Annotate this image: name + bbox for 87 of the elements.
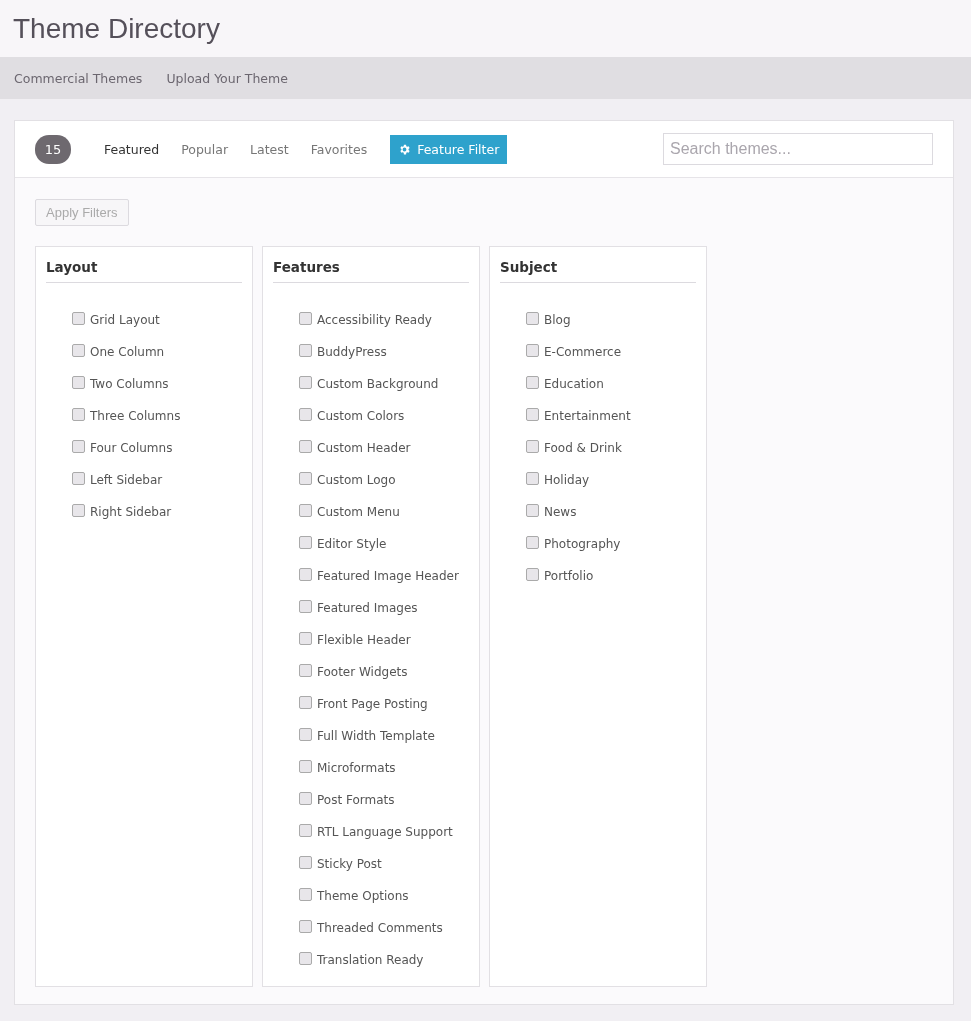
checkbox[interactable]	[299, 695, 312, 709]
checkbox[interactable]	[299, 439, 312, 453]
checkbox[interactable]	[526, 343, 539, 357]
checkbox[interactable]	[299, 727, 312, 741]
checkbox-label[interactable]: Holiday	[544, 473, 590, 487]
checkbox-label[interactable]: Left Sidebar	[90, 473, 163, 487]
checkbox[interactable]	[72, 311, 85, 325]
checkbox-label[interactable]: Food & Drink	[544, 441, 622, 455]
search-field[interactable]: Search themes...	[663, 133, 933, 165]
checkbox-label[interactable]: Sticky Post	[317, 857, 382, 871]
checkbox[interactable]	[299, 951, 312, 965]
checkbox-label[interactable]: Portfolio	[544, 569, 594, 583]
tab[interactable]: Featured	[104, 141, 160, 157]
checkbox[interactable]	[526, 407, 539, 421]
checkbox[interactable]	[299, 471, 312, 485]
panel-title: Features	[273, 259, 469, 283]
checkbox[interactable]	[526, 375, 539, 389]
checkbox[interactable]	[299, 375, 312, 389]
checkbox-label[interactable]: Two Columns	[90, 377, 169, 391]
checkbox-label[interactable]: RTL Language Support	[317, 825, 453, 839]
checkbox-label[interactable]: Threaded Comments	[317, 921, 443, 935]
checkbox-label[interactable]: E-Commerce	[544, 345, 622, 359]
checkbox-label[interactable]: News	[544, 505, 577, 519]
checkbox[interactable]	[72, 439, 85, 453]
checkbox-label[interactable]: Footer Widgets	[317, 665, 408, 679]
nav-link[interactable]: Commercial Themes	[14, 70, 143, 86]
checkbox[interactable]	[299, 599, 312, 613]
checkbox[interactable]	[299, 887, 312, 901]
checkbox-label[interactable]: Accessibility Ready	[317, 313, 432, 327]
checkbox[interactable]	[299, 407, 312, 421]
checkbox[interactable]	[526, 567, 539, 581]
checkbox-label[interactable]: Grid Layout	[90, 313, 160, 327]
checkbox-label[interactable]: Custom Logo	[317, 473, 396, 487]
checkbox[interactable]	[299, 311, 312, 325]
checkbox[interactable]	[299, 663, 312, 677]
checkbox-label[interactable]: Translation Ready	[317, 953, 424, 967]
checkbox-label[interactable]: Editor Style	[317, 537, 387, 551]
checkbox-label[interactable]: Microformats	[317, 761, 396, 775]
tab[interactable]: Latest	[250, 141, 289, 157]
checkbox[interactable]	[526, 535, 539, 549]
checkbox-label[interactable]: Four Columns	[90, 441, 173, 455]
checkbox[interactable]	[526, 439, 539, 453]
tab[interactable]: Popular	[181, 141, 229, 157]
checkbox[interactable]	[72, 343, 85, 357]
checkbox[interactable]	[72, 407, 85, 421]
checkbox-label[interactable]: Education	[544, 377, 604, 391]
checkbox-label[interactable]: Featured Images	[317, 601, 418, 615]
checkbox-label[interactable]: Custom Menu	[317, 505, 400, 519]
checkbox[interactable]	[299, 791, 312, 805]
checkbox-label[interactable]: One Column	[90, 345, 165, 359]
checkbox[interactable]	[299, 759, 312, 773]
checkbox[interactable]	[299, 855, 312, 869]
checkbox[interactable]	[299, 343, 312, 357]
gear-icon	[398, 142, 412, 156]
checkbox-label[interactable]: Blog	[544, 313, 571, 327]
checkbox[interactable]	[299, 919, 312, 933]
panel-title: Subject	[500, 259, 696, 283]
checkbox[interactable]	[299, 535, 312, 549]
checkbox-label[interactable]: Custom Background	[317, 377, 439, 391]
checkbox[interactable]	[299, 631, 312, 645]
checkbox-label[interactable]: BuddyPress	[317, 345, 387, 359]
count-badge: 15	[35, 134, 71, 164]
checkbox[interactable]	[526, 503, 539, 517]
checkbox[interactable]	[299, 503, 312, 517]
checkbox-label[interactable]: Custom Colors	[317, 409, 405, 423]
checkbox-label[interactable]: Post Formats	[317, 793, 395, 807]
checkbox-label[interactable]: Right Sidebar	[90, 505, 172, 519]
checkbox-label[interactable]: Full Width Template	[317, 729, 435, 743]
checkbox[interactable]	[72, 503, 85, 517]
nav-link[interactable]: Upload Your Theme	[166, 70, 288, 86]
checkbox[interactable]	[299, 567, 312, 581]
checkbox-label[interactable]: Three Columns	[90, 409, 181, 423]
checkbox-label[interactable]: Featured Image Header	[317, 569, 459, 583]
checkbox-label[interactable]: Photography	[544, 537, 621, 551]
tab[interactable]: Favorites	[310, 141, 368, 157]
checkbox[interactable]	[72, 375, 85, 389]
checkbox[interactable]	[526, 311, 539, 325]
checkbox[interactable]	[72, 471, 85, 485]
page-title: Theme Directory	[13, 12, 220, 45]
checkbox-label[interactable]: Entertainment	[544, 409, 631, 423]
panel-title: Layout	[46, 259, 242, 283]
checkbox-label[interactable]: Custom Header	[317, 441, 411, 455]
checkbox-label[interactable]: Theme Options	[317, 889, 409, 903]
checkbox[interactable]	[526, 471, 539, 485]
checkbox-label[interactable]: Flexible Header	[317, 633, 411, 647]
checkbox-label[interactable]: Front Page Posting	[317, 697, 428, 711]
checkbox[interactable]	[299, 823, 312, 837]
